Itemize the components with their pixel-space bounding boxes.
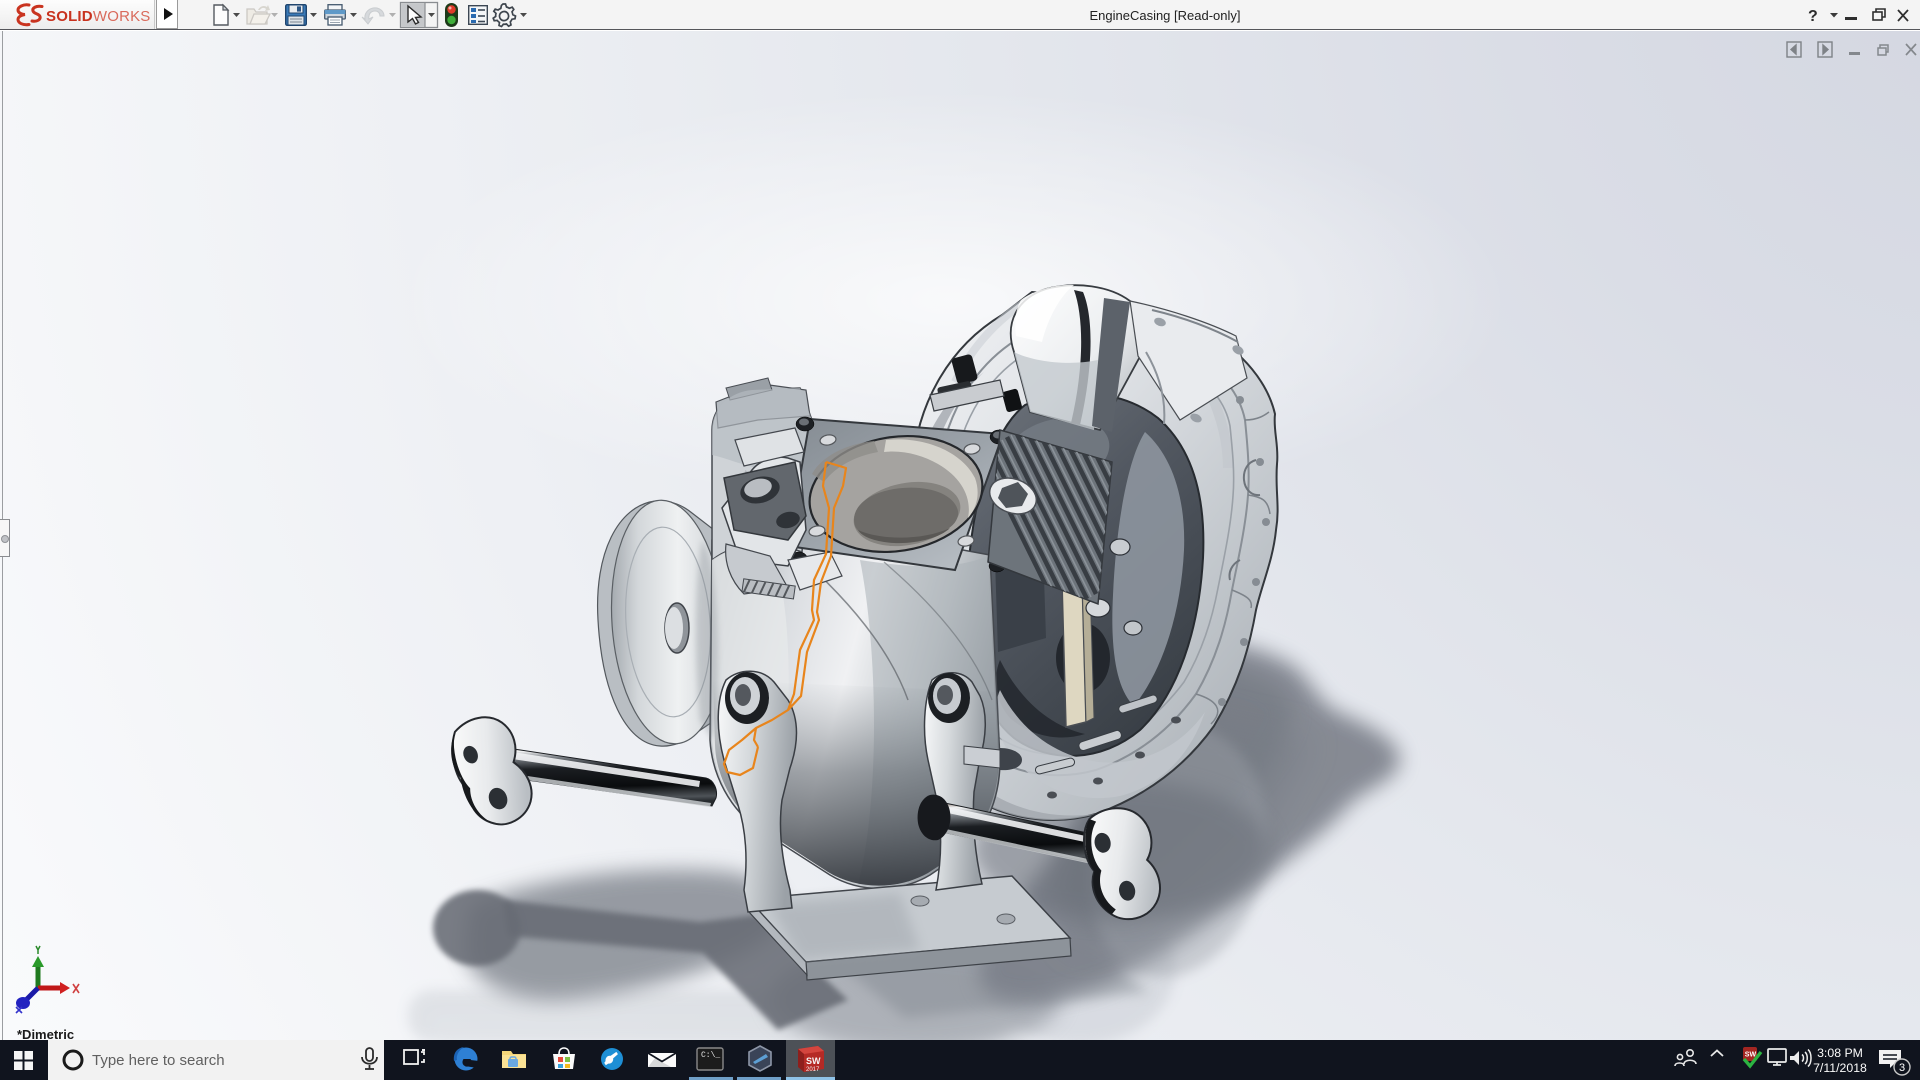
svg-text:7/11/2018: 7/11/2018 [1813,1061,1867,1075]
svg-text:?: ? [1808,8,1818,25]
svg-text:C:\_: C:\_ [701,1051,720,1060]
svg-text:3: 3 [1899,1062,1905,1074]
svg-text:2017: 2017 [806,1067,820,1073]
svg-text:3:08 PM: 3:08 PM [1817,1046,1863,1060]
svg-text:SW: SW [806,1056,821,1066]
svg-text:SOLIDWORKS: SOLIDWORKS [46,8,151,25]
